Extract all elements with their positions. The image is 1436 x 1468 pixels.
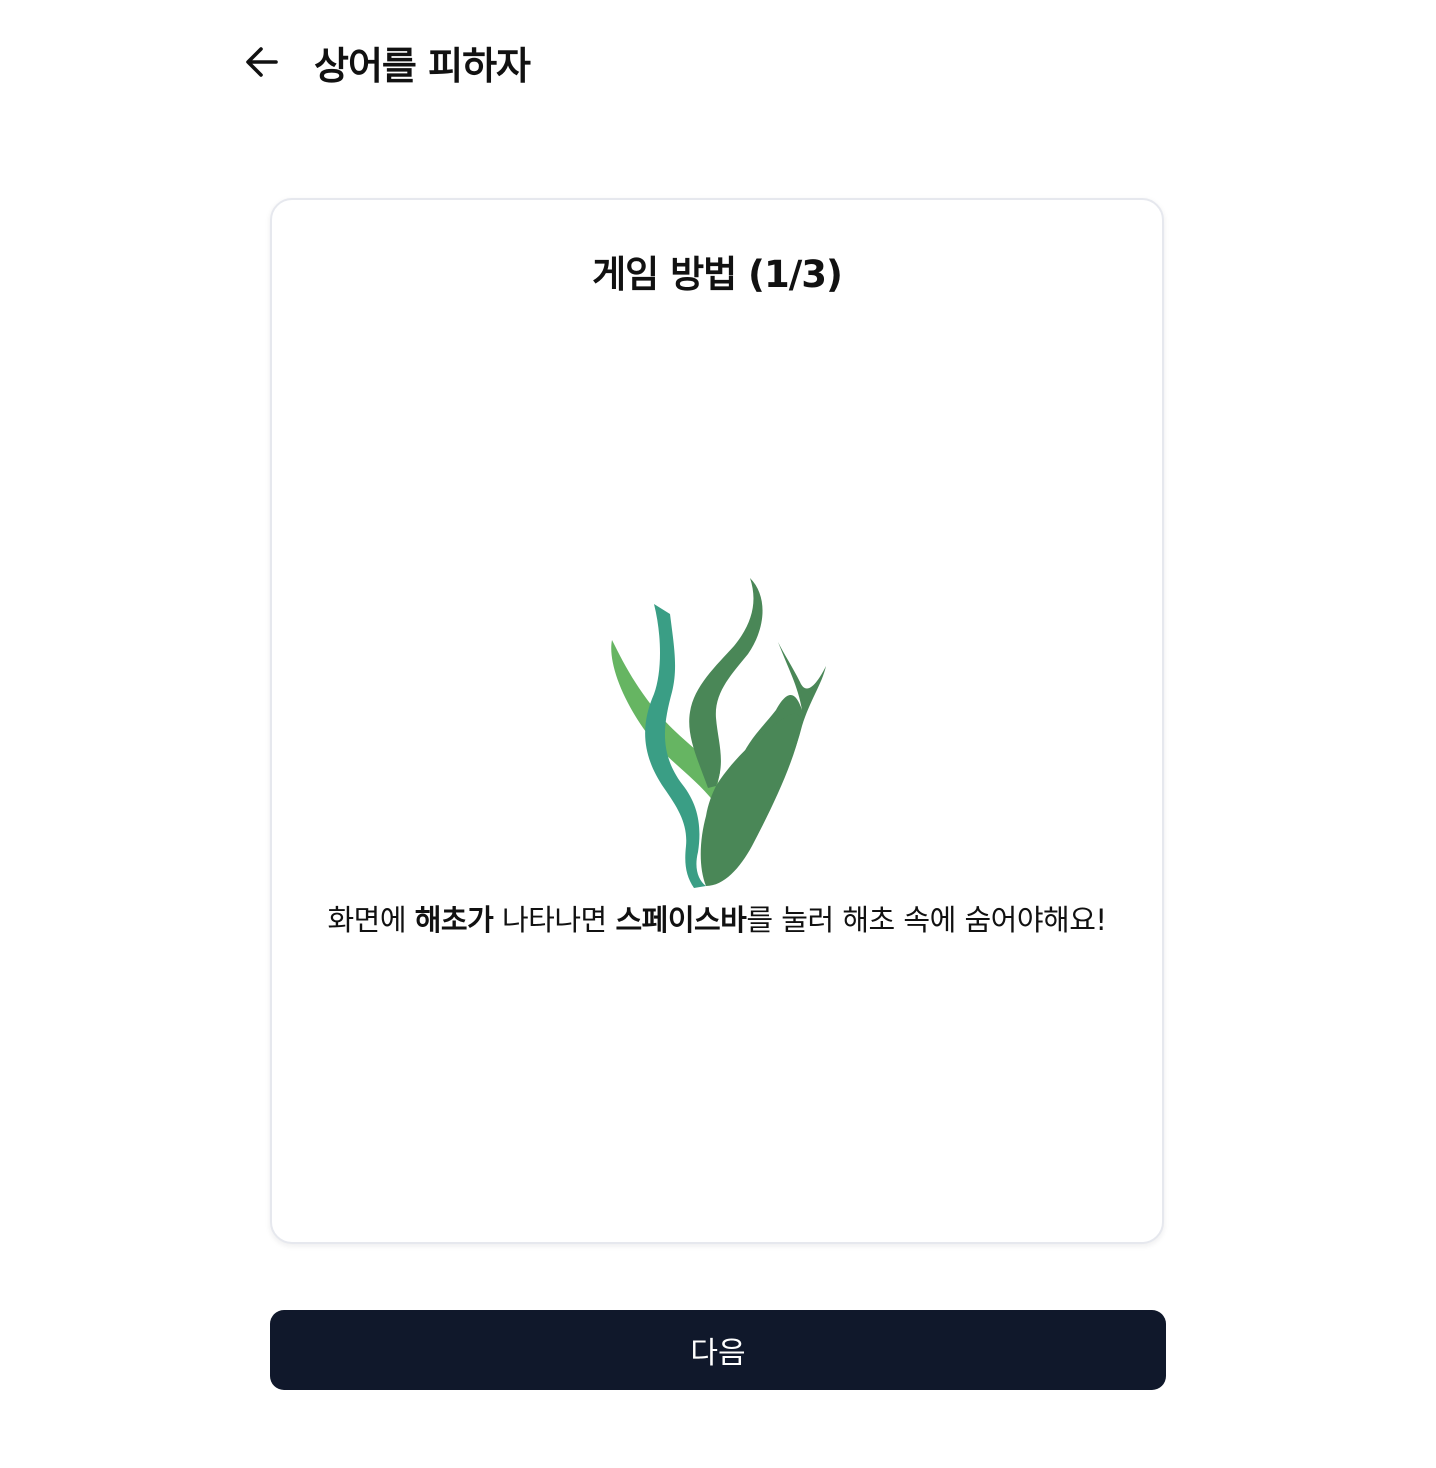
arrow-left-icon [246,47,278,77]
header: 상어를 피하자 [240,30,531,94]
instruction-keyword-seaweed: 해초가 [414,903,494,937]
instruction-part: 를 눌러 해초 속에 숨어야해요! [746,903,1107,937]
instruction-text: 화면에 해초가 나타나면 스페이스바를 눌러 해초 속에 숨어야해요! [312,892,1122,948]
next-button[interactable]: 다음 [270,1310,1166,1390]
seaweed-icon [611,578,826,888]
page-title: 상어를 피하자 [314,43,531,88]
back-button[interactable] [240,40,284,84]
instruction-part: 나타나면 [493,903,616,937]
instruction-part: 화면에 [327,903,415,937]
instruction-keyword-spacebar: 스페이스바 [615,903,747,937]
instruction-card: 게임 방법 (1/3) 화면에 해초가 나타나면 스페이스바를 눌러 해초 속에… [270,198,1164,1244]
card-title: 게임 방법 (1/3) [592,253,843,296]
